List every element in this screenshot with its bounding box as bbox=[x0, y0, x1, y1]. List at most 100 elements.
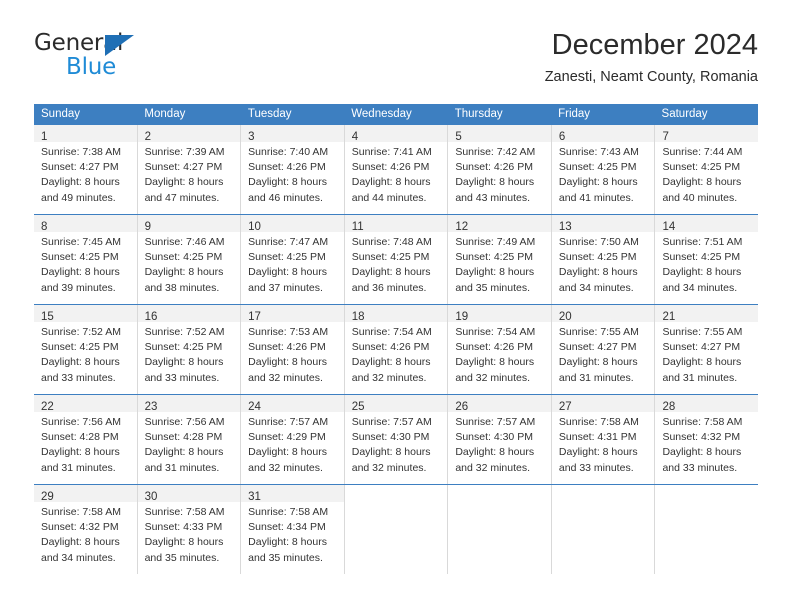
day-number-band: 14 bbox=[655, 215, 759, 233]
day-of-week-header-wednesday: Wednesday bbox=[351, 108, 412, 120]
day-details: Sunrise: 7:56 AM Sunset: 4:28 PM Daylight:… bbox=[34, 412, 137, 482]
calendar-day-cell[interactable]: 7 Sunrise: 7:44 AM Sunset: 4:25 PM Daylight… bbox=[655, 125, 759, 214]
calendar-day-cell[interactable]: 6 Sunrise: 7:43 AM Sunset: 4:25 PM Daylight… bbox=[551, 125, 656, 214]
calendar-day-cell[interactable]: 30 Sunrise: 7:58 AM Sunset: 4:33 PM Dayligh… bbox=[137, 485, 242, 574]
day-number: 8 bbox=[41, 221, 48, 233]
daylight-text-line1: Daylight: 8 hours bbox=[248, 446, 327, 459]
day-number: 7 bbox=[662, 131, 669, 143]
sunset-text: Sunset: 4:27 PM bbox=[41, 161, 119, 174]
calendar-day-cell[interactable]: 1 Sunrise: 7:38 AM Sunset: 4:27 PM Daylight… bbox=[34, 125, 138, 214]
calendar-page: General Blue December 2024 Zanesti, Neam… bbox=[0, 0, 792, 612]
day-details: Sunrise: 7:55 AM Sunset: 4:27 PM Daylight:… bbox=[655, 322, 758, 392]
daylight-text-line2: and 43 minutes. bbox=[455, 191, 531, 204]
day-details: Sunrise: 7:45 AM Sunset: 4:25 PM Daylight:… bbox=[34, 232, 137, 302]
calendar-day-cell[interactable]: 15 Sunrise: 7:52 AM Sunset: 4:25 PM Dayligh… bbox=[34, 305, 138, 394]
day-details: Sunrise: 7:56 AM Sunset: 4:28 PM Daylight:… bbox=[138, 412, 241, 482]
calendar-day-cell[interactable]: 16 Sunrise: 7:52 AM Sunset: 4:25 PM Dayligh… bbox=[137, 305, 242, 394]
calendar-day-cell[interactable]: 20 Sunrise: 7:55 AM Sunset: 4:27 PM Dayligh… bbox=[551, 305, 656, 394]
day-details: Sunrise: 7:57 AM Sunset: 4:30 PM Daylight:… bbox=[448, 412, 551, 482]
sunset-text: Sunset: 4:32 PM bbox=[41, 521, 119, 534]
day-number: 4 bbox=[351, 131, 359, 143]
calendar-week-row: 1 Sunrise: 7:38 AM Sunset: 4:27 PM Daylight… bbox=[34, 125, 759, 214]
calendar-day-cell[interactable]: 14 Sunrise: 7:51 AM Sunset: 4:25 PM Dayligh… bbox=[655, 215, 759, 304]
day-number-band: 25 bbox=[344, 395, 448, 413]
calendar-week-row: 8 Sunrise: 7:45 AM Sunset: 4:25 PM Daylight… bbox=[34, 214, 759, 304]
calendar-day-cell[interactable]: 28 Sunrise: 7:58 AM Sunset: 4:32 PM Dayligh… bbox=[655, 395, 759, 484]
sunset-text: Sunset: 4:29 PM bbox=[248, 431, 326, 444]
calendar-day-cell[interactable]: 13 Sunrise: 7:50 AM Sunset: 4:25 PM Dayligh… bbox=[551, 215, 656, 304]
day-details: Sunrise: 7:42 AM Sunset: 4:26 PM Daylight:… bbox=[448, 142, 551, 212]
sunset-text: Sunset: 4:26 PM bbox=[248, 341, 326, 354]
day-number: 6 bbox=[558, 131, 566, 143]
page-header: General Blue December 2024 Zanesti, Neam… bbox=[34, 26, 758, 96]
day-number-band: 27 bbox=[551, 395, 655, 413]
generalblue-logo[interactable]: General Blue bbox=[34, 30, 204, 86]
daylight-text-line1: Daylight: 8 hours bbox=[351, 356, 431, 369]
calendar-day-cell[interactable]: 23 Sunrise: 7:56 AM Sunset: 4:28 PM Dayligh… bbox=[137, 395, 242, 484]
day-of-week-header-friday: Friday bbox=[558, 108, 591, 120]
day-number: 20 bbox=[558, 311, 572, 323]
day-number-band: 18 bbox=[344, 305, 448, 323]
day-details: Sunrise: 7:47 AM Sunset: 4:25 PM Daylight:… bbox=[241, 232, 344, 302]
day-number: 1 bbox=[41, 131, 48, 143]
calendar-day-cell[interactable]: 31 Sunrise: 7:58 AM Sunset: 4:34 PM Dayligh… bbox=[241, 485, 345, 574]
day-number: 2 bbox=[144, 131, 151, 143]
sunrise-text: Sunrise: 7:53 AM bbox=[248, 326, 329, 338]
calendar-day-cell[interactable]: 9 Sunrise: 7:46 AM Sunset: 4:25 PM Daylight… bbox=[137, 215, 242, 304]
sunset-text: Sunset: 4:25 PM bbox=[558, 251, 637, 264]
daylight-text-line1: Daylight: 8 hours bbox=[144, 176, 224, 189]
daylight-text-line2: and 33 minutes. bbox=[662, 461, 738, 474]
day-details: Sunrise: 7:41 AM Sunset: 4:26 PM Daylight:… bbox=[345, 142, 448, 212]
calendar-day-cell[interactable]: 19 Sunrise: 7:54 AM Sunset: 4:26 PM Dayligh… bbox=[448, 305, 552, 394]
sunrise-text: Sunrise: 7:41 AM bbox=[351, 146, 432, 158]
calendar-day-cell[interactable]: 21 Sunrise: 7:55 AM Sunset: 4:27 PM Dayligh… bbox=[655, 305, 759, 394]
calendar-day-cell[interactable]: 11 Sunrise: 7:48 AM Sunset: 4:25 PM Dayligh… bbox=[344, 215, 449, 304]
day-number-band: 19 bbox=[448, 305, 551, 323]
sunset-text: Sunset: 4:25 PM bbox=[144, 341, 223, 354]
daylight-text-line1: Daylight: 8 hours bbox=[144, 266, 224, 279]
daylight-text-line2: and 41 minutes. bbox=[558, 191, 634, 204]
day-number-band: 31 bbox=[241, 485, 344, 503]
daylight-text-line2: and 32 minutes. bbox=[455, 371, 531, 384]
daylight-text-line1: Daylight: 8 hours bbox=[662, 446, 742, 459]
sunset-text: Sunset: 4:25 PM bbox=[248, 251, 326, 264]
day-number: 28 bbox=[662, 401, 676, 413]
day-details: Sunrise: 7:58 AM Sunset: 4:31 PM Daylight:… bbox=[552, 412, 655, 482]
sunrise-text: Sunrise: 7:52 AM bbox=[41, 326, 121, 338]
daylight-text-line1: Daylight: 8 hours bbox=[41, 266, 120, 279]
logo-text-blue: Blue bbox=[66, 54, 117, 80]
daylight-text-line2: and 32 minutes. bbox=[248, 461, 323, 474]
sunset-text: Sunset: 4:27 PM bbox=[662, 341, 741, 354]
day-details: Sunrise: 7:40 AM Sunset: 4:26 PM Daylight:… bbox=[241, 142, 344, 212]
calendar-day-cell[interactable]: 25 Sunrise: 7:57 AM Sunset: 4:30 PM Dayligh… bbox=[344, 395, 449, 484]
calendar-day-cell[interactable]: 3 Sunrise: 7:40 AM Sunset: 4:26 PM Daylight… bbox=[241, 125, 345, 214]
sunset-text: Sunset: 4:25 PM bbox=[41, 341, 119, 354]
sunset-text: Sunset: 4:26 PM bbox=[351, 341, 430, 354]
day-details: Sunrise: 7:52 AM Sunset: 4:25 PM Daylight:… bbox=[34, 322, 137, 392]
calendar-day-cell[interactable]: 4 Sunrise: 7:41 AM Sunset: 4:26 PM Daylight… bbox=[344, 125, 449, 214]
daylight-text-line2: and 33 minutes. bbox=[41, 371, 116, 384]
daylight-text-line1: Daylight: 8 hours bbox=[455, 446, 535, 459]
calendar-day-cell[interactable]: 10 Sunrise: 7:47 AM Sunset: 4:25 PM Dayligh… bbox=[241, 215, 345, 304]
day-number-band: 21 bbox=[655, 305, 759, 323]
calendar-day-cell[interactable]: 5 Sunrise: 7:42 AM Sunset: 4:26 PM Daylight… bbox=[448, 125, 552, 214]
day-number: 13 bbox=[558, 221, 572, 233]
day-number: 31 bbox=[248, 491, 261, 503]
daylight-text-line2: and 38 minutes. bbox=[144, 281, 220, 294]
day-details: Sunrise: 7:38 AM Sunset: 4:27 PM Daylight:… bbox=[34, 142, 137, 212]
calendar-day-cell[interactable]: 29 Sunrise: 7:58 AM Sunset: 4:32 PM Dayligh… bbox=[34, 485, 138, 574]
calendar-day-cell[interactable]: 8 Sunrise: 7:45 AM Sunset: 4:25 PM Daylight… bbox=[34, 215, 138, 304]
calendar-day-cell[interactable]: 27 Sunrise: 7:58 AM Sunset: 4:31 PM Dayligh… bbox=[551, 395, 656, 484]
calendar-day-cell[interactable]: 12 Sunrise: 7:49 AM Sunset: 4:25 PM Dayligh… bbox=[448, 215, 552, 304]
calendar-day-cell[interactable]: 17 Sunrise: 7:53 AM Sunset: 4:26 PM Dayligh… bbox=[241, 305, 345, 394]
calendar-day-cell-empty bbox=[448, 485, 552, 574]
sunrise-text: Sunrise: 7:58 AM bbox=[558, 416, 639, 428]
daylight-text-line1: Daylight: 8 hours bbox=[455, 356, 535, 369]
calendar-day-cell[interactable]: 22 Sunrise: 7:56 AM Sunset: 4:28 PM Dayligh… bbox=[34, 395, 138, 484]
calendar-day-cell[interactable]: 26 Sunrise: 7:57 AM Sunset: 4:30 PM Dayligh… bbox=[448, 395, 552, 484]
calendar-day-cell[interactable]: 24 Sunrise: 7:57 AM Sunset: 4:29 PM Dayligh… bbox=[241, 395, 345, 484]
calendar-day-cell[interactable]: 18 Sunrise: 7:54 AM Sunset: 4:26 PM Dayligh… bbox=[344, 305, 449, 394]
day-number: 3 bbox=[248, 131, 255, 143]
daylight-text-line2: and 31 minutes. bbox=[144, 461, 220, 474]
calendar-day-cell[interactable]: 2 Sunrise: 7:39 AM Sunset: 4:27 PM Daylight… bbox=[137, 125, 242, 214]
